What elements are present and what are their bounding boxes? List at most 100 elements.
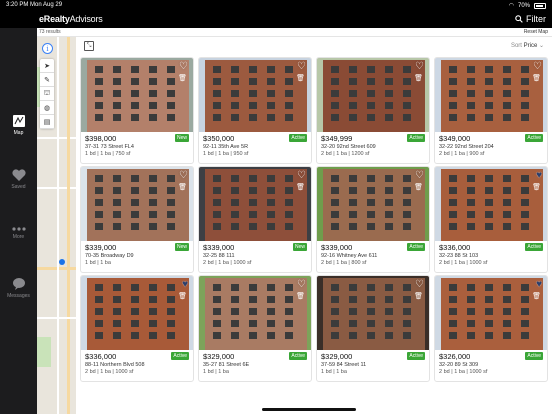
- listing-photo[interactable]: ♡ 🗑: [199, 167, 311, 241]
- listing-specs: 1 bd | 1 ba: [203, 369, 229, 375]
- window-pane: [231, 102, 239, 109]
- globe-icon[interactable]: ◍: [40, 101, 54, 115]
- listing-card[interactable]: ♡ 🗑 $329,000 Active 35-27 81 Street 6E 1…: [198, 275, 312, 382]
- window-pane: [485, 211, 493, 218]
- listing-info: $349,999 Active 32-20 92nd Street 609 2 …: [317, 132, 429, 159]
- window-pane: [95, 114, 103, 121]
- listing-photo[interactable]: ♡ 🗑: [199, 58, 311, 132]
- window-pane: [149, 211, 157, 218]
- trash-icon[interactable]: 🗑: [296, 74, 305, 82]
- window-pane: [267, 187, 275, 194]
- listing-card[interactable]: ♡ 🗑 $350,000 Active 92-11 35th Ave 5R 1 …: [198, 57, 312, 164]
- window-pane: [367, 332, 375, 339]
- listing-photo[interactable]: ♡ 🗑: [317, 58, 429, 132]
- heart-icon[interactable]: ♡: [179, 170, 188, 181]
- window-pane: [149, 308, 157, 315]
- map-view[interactable]: i ➤ ✎ ⛫ ◍ ▤: [37, 37, 76, 414]
- heart-icon[interactable]: ♡: [179, 61, 188, 72]
- listing-card[interactable]: ♡ 🗑 $329,000 Active 37-59 84 Street 11 1…: [316, 275, 430, 382]
- trash-icon[interactable]: 🗑: [414, 183, 423, 191]
- listing-info: $339,000 Active 92-16 Whitney Ave 611 2 …: [317, 241, 429, 268]
- info-icon[interactable]: i: [42, 43, 53, 54]
- heart-icon[interactable]: ♡: [415, 170, 424, 181]
- trash-icon[interactable]: 🗑: [296, 183, 305, 191]
- trash-icon[interactable]: 🗑: [178, 292, 187, 300]
- window-pane: [95, 102, 103, 109]
- listing-card[interactable]: ♡ 🗑 $339,000 New 32-25 88 111 2 bd | 1 b…: [198, 166, 312, 273]
- window-pane: [249, 284, 257, 291]
- listing-card[interactable]: ♡ 🗑 $349,000 Active 32-22 92nd Street 20…: [434, 57, 548, 164]
- heart-icon[interactable]: ♡: [297, 61, 306, 72]
- heart-icon[interactable]: ♡: [297, 279, 306, 290]
- trash-icon[interactable]: 🗑: [414, 292, 423, 300]
- window-pane: [285, 78, 293, 85]
- window-pane: [385, 320, 393, 327]
- heart-icon[interactable]: ♥: [536, 170, 542, 181]
- heart-icon[interactable]: ♥: [536, 279, 542, 290]
- listing-photo[interactable]: ♥ 🗑: [81, 276, 193, 350]
- window-pane: [249, 90, 257, 97]
- window-pane: [167, 66, 175, 73]
- listing-photo[interactable]: ♥ 🗑: [435, 167, 547, 241]
- listing-address: 32-20 89 St 309: [439, 362, 479, 368]
- trash-icon[interactable]: 🗑: [296, 292, 305, 300]
- heart-icon[interactable]: ♡: [297, 170, 306, 181]
- listing-photo[interactable]: ♥ 🗑: [435, 276, 547, 350]
- location-arrow-icon[interactable]: ➤: [40, 59, 54, 73]
- trash-icon[interactable]: 🗑: [178, 74, 187, 82]
- window-pane: [503, 114, 511, 121]
- listing-photo[interactable]: ♡ 🗑: [317, 167, 429, 241]
- trash-icon[interactable]: 🗑: [532, 292, 541, 300]
- collapse-icon[interactable]: ⤡: [84, 41, 94, 51]
- window-pane: [521, 284, 529, 291]
- draw-pencil-icon[interactable]: ✎: [40, 73, 54, 87]
- listing-card[interactable]: ♥ 🗑 $336,000 Active 88-11 Northern Blvd …: [80, 275, 194, 382]
- school-icon[interactable]: ⛫: [40, 87, 54, 101]
- heart-icon[interactable]: ♡: [533, 61, 542, 72]
- window-pane: [449, 66, 457, 73]
- listing-card[interactable]: ♡ 🗑 $339,000 New 70-35 Broadway D9 1 bd …: [80, 166, 194, 273]
- window-pane: [213, 320, 221, 327]
- window-pane: [149, 320, 157, 327]
- window-pane: [485, 102, 493, 109]
- window-pane: [467, 320, 475, 327]
- filter-button[interactable]: Filter: [515, 14, 546, 24]
- heart-icon[interactable]: ♡: [415, 279, 424, 290]
- listing-photo[interactable]: ♡ 🗑: [81, 167, 193, 241]
- window-pane: [113, 199, 121, 206]
- listing-toolbar: ⤡ Sort Price ⌄: [76, 37, 552, 57]
- listing-card[interactable]: ♡ 🗑 $339,000 Active 92-16 Whitney Ave 61…: [316, 166, 430, 273]
- window-pane: [403, 308, 411, 315]
- layers-icon[interactable]: ▤: [40, 115, 54, 129]
- window-pane: [367, 114, 375, 121]
- window-pane: [267, 284, 275, 291]
- listing-photo[interactable]: ♡ 🗑: [435, 58, 547, 132]
- window-pane: [367, 296, 375, 303]
- listing-photo[interactable]: ♡ 🗑: [317, 276, 429, 350]
- nav-saved[interactable]: Saved: [0, 168, 37, 190]
- sort-control[interactable]: Sort Price ⌄: [511, 42, 544, 49]
- nav-messages[interactable]: Messages: [0, 277, 37, 299]
- trash-icon[interactable]: 🗑: [414, 74, 423, 82]
- window-pane: [485, 199, 493, 206]
- listing-card[interactable]: ♥ 🗑 $336,000 Active 32-23 88 St 103 2 bd…: [434, 166, 548, 273]
- listing-photo[interactable]: ♡ 🗑: [199, 276, 311, 350]
- window-pane: [485, 284, 493, 291]
- nav-more[interactable]: More: [0, 226, 37, 240]
- window-pane: [167, 223, 175, 230]
- listing-card[interactable]: ♡ 🗑 $349,999 Active 32-20 92nd Street 60…: [316, 57, 430, 164]
- window-pane: [331, 308, 339, 315]
- heart-icon[interactable]: ♡: [415, 61, 424, 72]
- reset-map-button[interactable]: Reset Map: [524, 29, 548, 35]
- trash-icon[interactable]: 🗑: [178, 183, 187, 191]
- window-pane: [113, 175, 121, 182]
- trash-icon[interactable]: 🗑: [532, 183, 541, 191]
- listing-card[interactable]: ♥ 🗑 $326,000 Active 32-20 89 St 309 2 bd…: [434, 275, 548, 382]
- heart-icon[interactable]: ♥: [182, 279, 188, 290]
- results-bar: 73 results Reset Map: [37, 28, 552, 37]
- nav-map[interactable]: Map: [0, 114, 37, 136]
- listing-info: $329,000 Active 37-59 84 Street 11 1 bd …: [317, 350, 429, 377]
- trash-icon[interactable]: 🗑: [532, 74, 541, 82]
- listing-card[interactable]: ♡ 🗑 $398,000 New 37-31 73 Street FL4 1 b…: [80, 57, 194, 164]
- listing-photo[interactable]: ♡ 🗑: [81, 58, 193, 132]
